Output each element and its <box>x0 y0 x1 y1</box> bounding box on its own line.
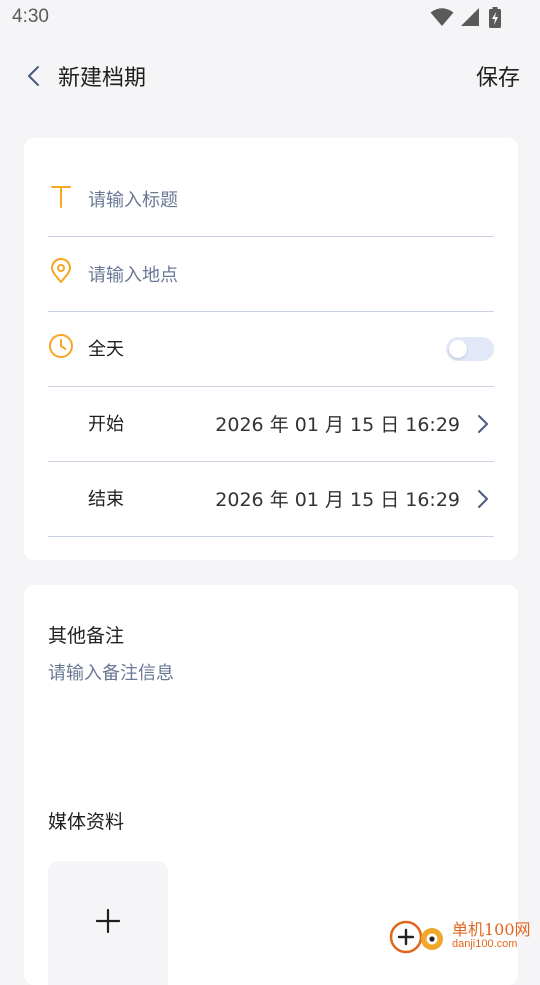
page-title: 新建档期 <box>58 66 147 91</box>
watermark: 单机100网 danji100.com <box>388 914 538 958</box>
signal-icon <box>461 8 479 26</box>
save-button[interactable]: 保存 <box>476 60 520 92</box>
back-button[interactable] <box>18 60 50 92</box>
app-bar: 新建档期 保存 <box>0 40 540 110</box>
end-datetime[interactable]: 2026 年 01 月 15 日 16:29 <box>215 485 460 512</box>
status-bar: 4:30 <box>0 0 540 38</box>
all-day-toggle[interactable] <box>446 337 494 361</box>
watermark-site-url: danji100.com <box>452 938 518 950</box>
location-field-row[interactable]: 请输入地点 <box>48 236 494 312</box>
start-datetime[interactable]: 2026 年 01 月 15 日 16:29 <box>215 410 460 437</box>
start-label: 开始 <box>88 414 124 435</box>
media-title: 媒体资料 <box>48 811 125 833</box>
notes-input[interactable]: 请输入备注信息 <box>48 659 174 685</box>
text-title-icon <box>51 186 71 208</box>
toggle-knob <box>449 340 467 358</box>
clock-icon <box>49 334 73 358</box>
battery-charging-icon <box>489 7 501 28</box>
title-input[interactable]: 请输入标题 <box>88 186 178 212</box>
end-time-row[interactable]: 结束 2026 年 01 月 15 日 16:29 <box>48 461 494 537</box>
chevron-right-icon <box>478 490 488 508</box>
title-field-row[interactable]: 请输入标题 <box>48 161 494 237</box>
wifi-icon <box>430 8 454 26</box>
all-day-label: 全天 <box>88 339 124 360</box>
notes-title: 其他备注 <box>48 625 125 647</box>
location-input[interactable]: 请输入地点 <box>88 261 178 287</box>
add-media-button[interactable] <box>48 861 168 985</box>
watermark-site-name: 单机100网 <box>452 920 531 939</box>
location-pin-icon <box>51 258 71 283</box>
start-time-row[interactable]: 开始 2026 年 01 月 15 日 16:29 <box>48 386 494 462</box>
chevron-left-icon <box>28 66 39 86</box>
schedule-form-card: 请输入标题 请输入地点 全天 开始 2026 年 01 月 15 日 16:29… <box>24 138 518 560</box>
status-time: 4:30 <box>12 6 49 27</box>
all-day-row: 全天 <box>48 311 494 387</box>
chevron-right-icon <box>478 415 488 433</box>
plus-icon <box>96 909 120 933</box>
end-label: 结束 <box>88 489 124 510</box>
site-logo-icon <box>389 920 443 954</box>
